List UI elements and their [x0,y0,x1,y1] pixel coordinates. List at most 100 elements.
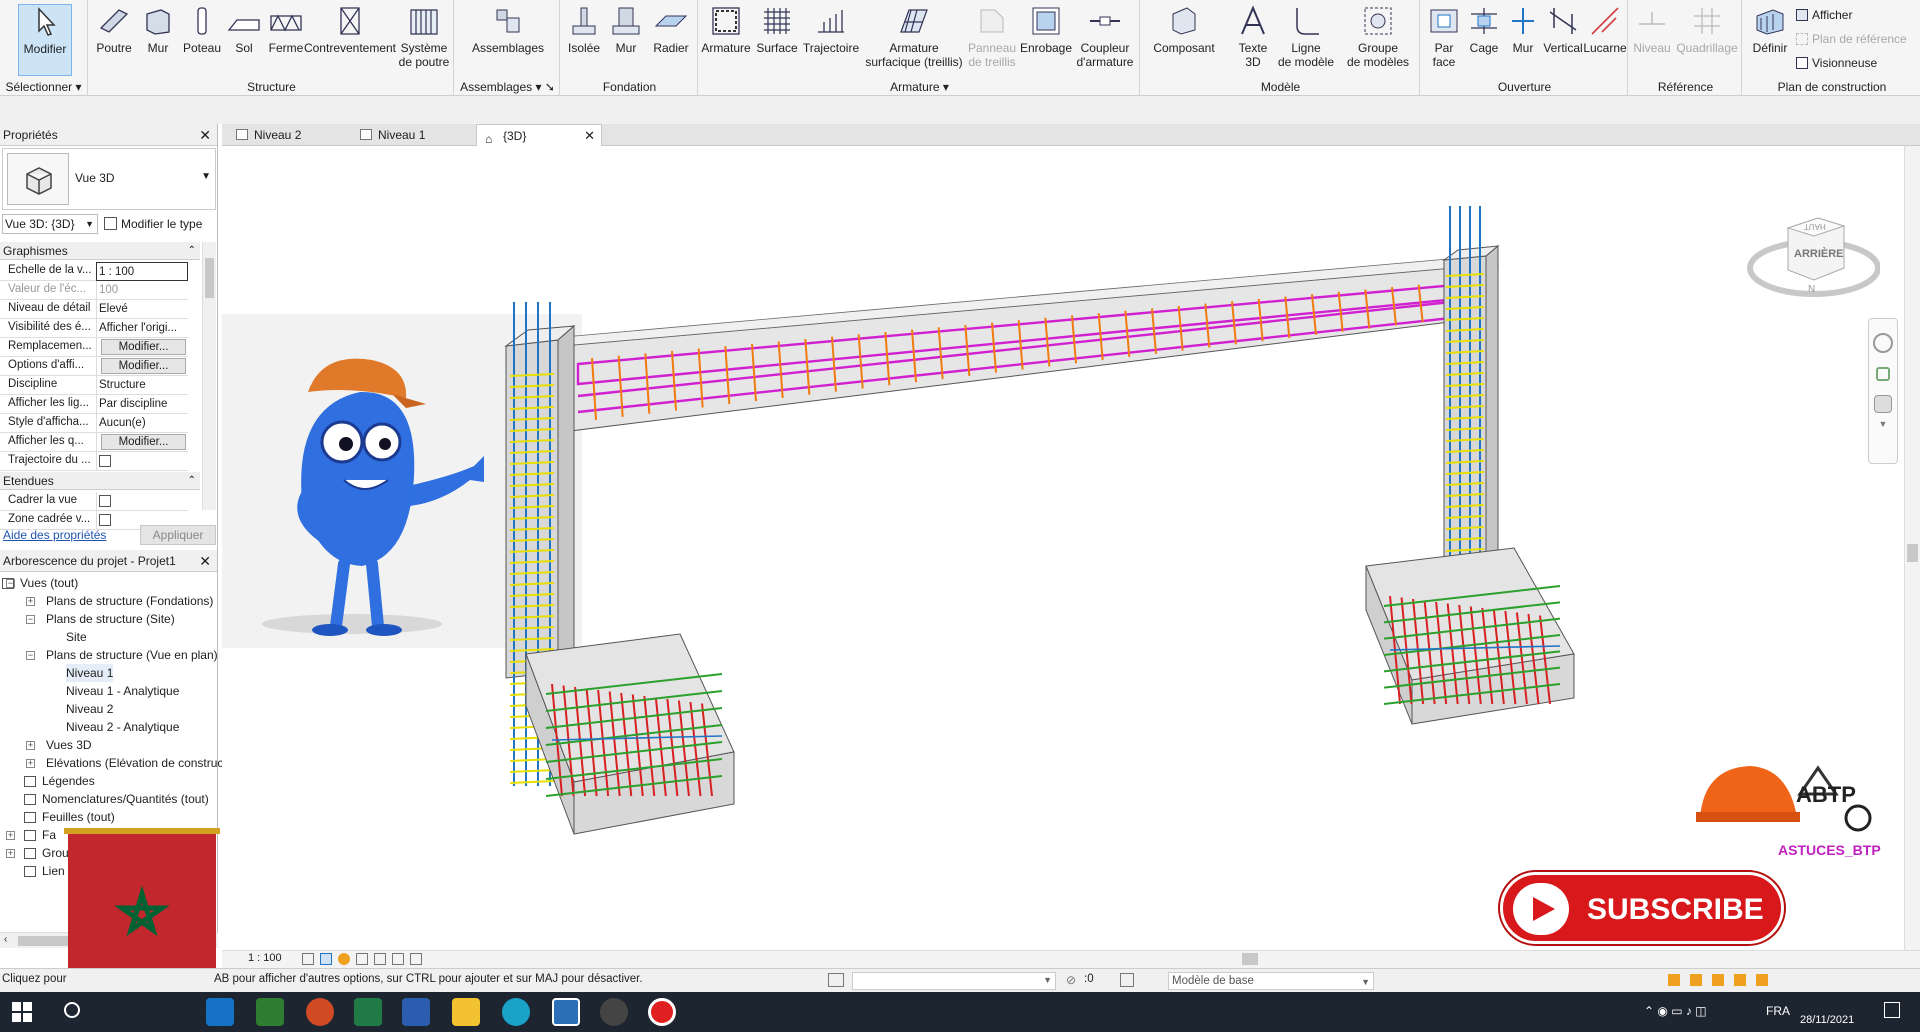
area-rebar-button[interactable]: Surface [754,4,800,55]
property-value[interactable]: 1 : 100 [96,262,188,281]
type-selector[interactable]: Vue 3D ▼ [2,148,216,210]
design-option-icon[interactable] [1120,973,1134,987]
browser-item[interactable]: Plans de structure (Site) [46,610,175,628]
excel-icon[interactable] [354,998,382,1026]
model-group-button[interactable]: Groupe de modèles [1340,4,1416,69]
browser-item[interactable]: Feuilles (tout) [42,808,115,826]
property-value[interactable]: Aucun(e) [96,414,188,433]
floor-button[interactable]: Sol [226,4,262,55]
edit-type-button[interactable]: Modifier le type [104,214,202,234]
taskbar-date[interactable]: 28/11/2021 [1800,1014,1854,1026]
property-value[interactable]: Elevé [96,300,188,319]
property-value[interactable]: Afficher l'origi... [96,319,188,338]
browser-item[interactable]: Nomenclatures/Quantités (tout) [42,790,209,808]
property-value[interactable] [96,452,188,471]
viewer-button[interactable]: Visionneuse [1796,54,1877,72]
view-vscroll[interactable] [1904,146,1920,950]
filter-icon[interactable]: ⊘ [1066,973,1076,987]
modify-value-button[interactable]: Modifier... [101,358,186,374]
grid-button[interactable]: Quadrillage [1674,4,1740,55]
beam-system-button[interactable]: Système de poutre [396,4,452,69]
view-hscroll[interactable] [1242,953,1258,965]
property-value[interactable]: Par discipline [96,395,188,414]
search-icon[interactable] [64,1002,80,1018]
view-scale[interactable]: 1 : 100 [248,952,282,964]
viewcube-face[interactable]: ARRIÈRE [1794,248,1844,260]
file-explorer-icon[interactable] [452,998,480,1026]
browser-item[interactable]: Plans de structure (Vue en plan) [46,646,218,664]
media-player-icon[interactable] [600,998,628,1026]
modify-button[interactable]: Modifier [18,4,72,76]
workset-icon[interactable] [828,973,844,987]
recorder-icon[interactable] [648,998,676,1026]
wall-opening-button[interactable]: Mur [1504,4,1542,55]
modify-value-button[interactable]: Modifier... [101,434,186,450]
rebar-button[interactable]: Armature [700,4,752,55]
browser-item[interactable]: Légendes [42,772,95,790]
checkbox[interactable] [99,455,111,467]
close-icon[interactable]: ✕ [199,124,211,146]
tree-expander-icon[interactable]: + [6,831,15,840]
wall-foundation-button[interactable]: Mur [606,4,646,55]
property-value[interactable] [96,492,188,511]
browser-item[interactable]: Elévations (Elévation de construc [46,754,223,772]
ref-plane-button[interactable]: Plan de référence [1796,30,1907,48]
revit-icon[interactable] [552,998,580,1026]
by-face-button[interactable]: Par face [1422,4,1466,69]
tab-niveau-1[interactable]: Niveau 1 [352,124,470,146]
input-language[interactable]: FRA [1766,1004,1790,1018]
checkbox[interactable] [99,495,111,507]
properties-scrollbar[interactable] [202,242,216,510]
browser-item[interactable]: Plans de structure (Fondations) [46,592,213,610]
apply-button[interactable]: Appliquer [140,525,216,545]
browser-item[interactable]: Niveau 1 [66,664,114,682]
close-icon[interactable]: ✕ [199,550,211,572]
pan-icon[interactable] [1876,367,1890,381]
column-button[interactable]: Poteau [180,4,224,55]
component-button[interactable]: Composant [1148,4,1220,55]
structural-wall-button[interactable]: Mur [138,4,178,55]
tree-expander-icon[interactable]: − [26,615,35,624]
panel-title-reinforcement[interactable]: Armature ▾ [700,80,1139,94]
beam-button[interactable]: Poutre [92,4,136,55]
tab-niveau-2[interactable]: Niveau 2 [228,124,346,146]
steering-wheel-icon[interactable] [1873,333,1893,353]
cover-button[interactable]: Enrobage [1018,4,1074,55]
viewcube[interactable]: ARRIÈRE HAUT N [1746,198,1881,308]
checkbox[interactable] [99,514,111,526]
rebar-coupler-button[interactable]: Coupleur d'armature [1074,4,1136,69]
group-graphics[interactable]: Graphismes ⌃ [0,242,200,260]
tree-expander-icon[interactable]: + [6,849,15,858]
outlook-icon[interactable] [206,998,234,1026]
tree-expander-icon[interactable]: + [26,597,35,606]
powerpoint-icon[interactable] [306,998,334,1026]
close-tab-icon[interactable]: ✕ [584,125,595,147]
project-icon[interactable] [256,998,284,1026]
tray-icons[interactable]: ⌃ ◉ ▭ ♪ ◫ [1644,1004,1707,1018]
bracing-button[interactable]: Contreventement [300,4,400,55]
browser-item[interactable]: Vues 3D [46,736,92,754]
tab-3d[interactable]: ⌂ {3D} ✕ [476,124,602,146]
design-option-select[interactable]: Modèle de base ▼ [1168,972,1374,990]
left-column[interactable] [504,324,576,679]
model-line-button[interactable]: Ligne de modèle [1274,4,1338,69]
group-extents[interactable]: Etendues ⌃ [0,472,200,490]
level-button[interactable]: Niveau [1630,4,1674,55]
beam[interactable] [550,255,1500,433]
browser-item[interactable]: Lien [42,862,65,880]
path-rebar-button[interactable]: Trajectoire [800,4,862,55]
show-work-plane-button[interactable]: Afficher [1796,6,1852,24]
compass-north[interactable]: N [1808,284,1815,295]
slab-foundation-button[interactable]: Radier [648,4,694,55]
edge-icon[interactable] [502,998,530,1026]
shaft-button[interactable]: Cage [1464,4,1504,55]
tree-expander-icon[interactable]: − [26,651,35,660]
isolated-foundation-button[interactable]: Isolée [564,4,604,55]
3d-viewport[interactable]: ARRIÈRE HAUT N ▼ ABTP ASTUCES_BTP SUBSCR… [222,146,1904,950]
windows-start-icon[interactable] [12,1002,32,1022]
property-value[interactable]: 100 [96,281,188,300]
vertical-opening-button[interactable]: Vertical [1540,4,1586,55]
dormer-button[interactable]: Lucarne [1582,4,1628,55]
fabric-area-button[interactable]: Armature surfacique (treillis) [860,4,968,69]
view-controls-icons[interactable] [302,953,602,966]
